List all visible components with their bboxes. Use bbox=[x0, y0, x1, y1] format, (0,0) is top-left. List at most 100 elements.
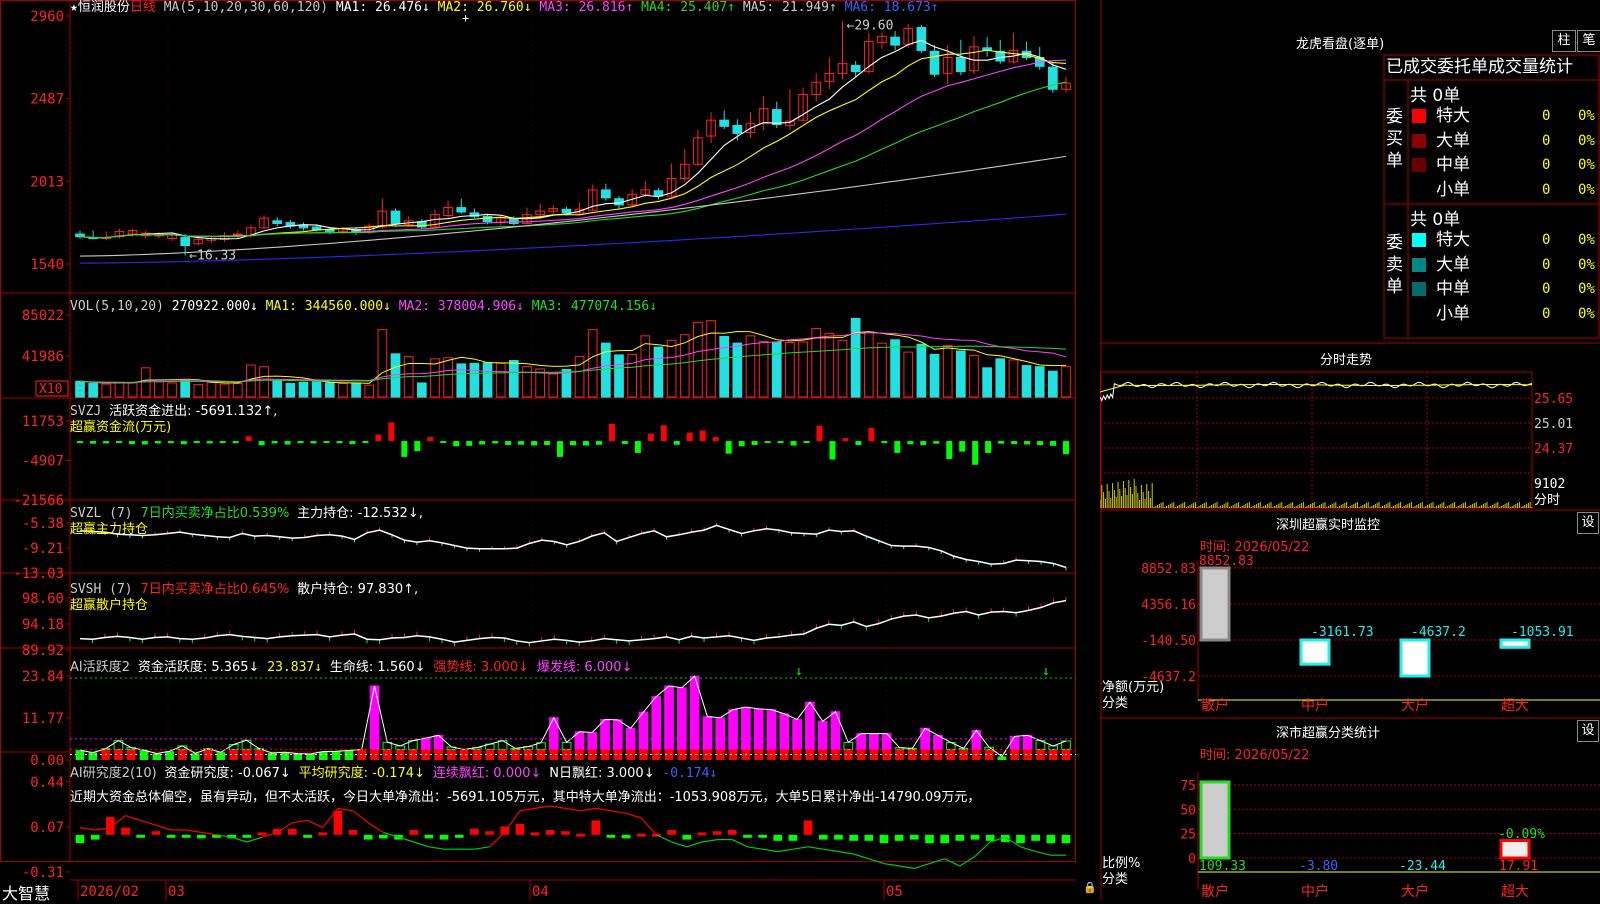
research-bar bbox=[970, 834, 980, 840]
activity-bar bbox=[587, 732, 598, 750]
ma4-value: MA4: 25.407↑ bbox=[641, 0, 736, 15]
order-row-name: 中单 bbox=[1436, 279, 1470, 299]
volume-bar bbox=[364, 384, 375, 398]
vol-label: VOL(5,10,20) bbox=[70, 299, 164, 314]
intraday-frame bbox=[1100, 371, 1533, 509]
tab-executed[interactable]: 已成交 bbox=[1386, 57, 1437, 77]
order-row-pct: 0% bbox=[1578, 181, 1595, 198]
svsh-ratio: 7日内买卖净占比0.645% bbox=[140, 582, 290, 597]
order-row-pct: 0% bbox=[1578, 256, 1595, 273]
research-bar bbox=[682, 834, 692, 840]
avg-research-segment bbox=[1035, 851, 1051, 856]
money-flow-bar bbox=[206, 441, 213, 444]
avg-research-segment bbox=[823, 848, 839, 853]
main-chart-svg[interactable]: 2960248720131540←29.60←16.33+8502241986X… bbox=[0, 0, 1100, 900]
avg-research-segment bbox=[474, 846, 490, 850]
order-row-count: 0 bbox=[1542, 305, 1551, 322]
sz-class-xlabel: 分类 bbox=[1102, 872, 1129, 887]
candle-body bbox=[771, 109, 782, 126]
avg-research-segment bbox=[519, 807, 536, 812]
bar-toggle-button[interactable]: 柱 bbox=[1552, 30, 1576, 52]
activity-bar bbox=[728, 709, 738, 750]
volume-bar bbox=[377, 329, 388, 398]
svsh-sub: 超赢散户持仓 bbox=[70, 598, 149, 613]
avg-research-segment bbox=[610, 810, 627, 814]
avg-research-segment bbox=[246, 836, 263, 843]
sz-class-value: 17.91 bbox=[1499, 859, 1538, 874]
money-flow-bar bbox=[751, 441, 758, 446]
sz-monitor-xlabel: 分类 bbox=[1102, 696, 1129, 711]
volume-bar bbox=[219, 383, 230, 398]
sz-monitor-settings-button[interactable]: 设 bbox=[1577, 512, 1599, 534]
activity-bar bbox=[715, 717, 726, 750]
intraday-title: 分时走势 bbox=[1320, 353, 1373, 368]
volume-bar bbox=[154, 381, 164, 398]
money-flow-bar bbox=[479, 441, 486, 445]
volume-bar bbox=[942, 344, 953, 398]
research-bar bbox=[773, 834, 783, 841]
tab-orders[interactable]: 委托单 bbox=[1437, 57, 1488, 77]
activity-bar bbox=[420, 737, 431, 750]
dragon-tabs: 已成交委托单成交量统计 bbox=[1386, 55, 1573, 79]
tab-volume-stats[interactable]: 成交量统计 bbox=[1488, 57, 1573, 77]
research-bar bbox=[379, 834, 388, 839]
activity-bar bbox=[1009, 735, 1020, 750]
research-bar bbox=[151, 831, 161, 835]
order-row-name: 特大 bbox=[1436, 230, 1470, 250]
main-chart-area[interactable]: 2960 2487 2013 1540 ←29.60 ←16.33 +85022 41986 X… bbox=[0, 0, 1100, 903]
volume-bar bbox=[916, 343, 927, 398]
money-flow-bar bbox=[842, 438, 849, 442]
date-label: 2026/02 bbox=[80, 884, 139, 900]
ma-label: MA(5,10,20,30,60,120) bbox=[163, 0, 329, 15]
sz-class-value: -23.44 bbox=[1399, 859, 1446, 874]
research-bar bbox=[849, 834, 858, 841]
buy-total: 共 0单 bbox=[1410, 86, 1461, 106]
money-flow-bar bbox=[323, 441, 330, 444]
research-bar bbox=[181, 834, 191, 838]
sz-class-settings-button[interactable]: 设 bbox=[1577, 720, 1599, 742]
money-flow-bar bbox=[699, 430, 706, 442]
activity-bar bbox=[548, 717, 559, 750]
volume-bar bbox=[101, 383, 112, 398]
money-flow-bar bbox=[180, 441, 187, 445]
order-row-name: 中单 bbox=[1436, 155, 1470, 175]
volume-bar bbox=[693, 321, 703, 398]
y-tick-label: 2487 bbox=[30, 92, 64, 108]
volume-bar bbox=[1061, 366, 1071, 398]
y-tick-label: -21566 bbox=[13, 493, 64, 509]
order-row: 大单 0 0% bbox=[1410, 254, 1600, 276]
money-flow-bar bbox=[570, 441, 576, 446]
y-tick-label: -5.38 bbox=[22, 516, 64, 532]
sz-class-category: 中户 bbox=[1301, 883, 1329, 900]
activity-bar bbox=[971, 729, 982, 750]
volume-bar bbox=[903, 351, 914, 398]
research-bar bbox=[545, 830, 555, 835]
research-bar bbox=[864, 834, 874, 841]
svzl-hold: 主力持仓: -12.532↓, bbox=[297, 506, 423, 521]
activity-bar bbox=[753, 708, 764, 750]
money-flow-bar bbox=[544, 441, 551, 446]
pen-toggle-button[interactable]: 笔 bbox=[1577, 30, 1600, 52]
sz-monitor-axis-label: 净额(万元) 分类 bbox=[1102, 680, 1164, 712]
volume-bar bbox=[969, 354, 979, 398]
activity-bar bbox=[228, 743, 239, 750]
avg-research-segment bbox=[231, 836, 248, 843]
candle-body bbox=[561, 208, 572, 214]
lock-icon[interactable]: 🔒 bbox=[1083, 881, 1097, 894]
period-label[interactable]: 日线 bbox=[130, 0, 156, 15]
sz-class-y-label: 50 bbox=[1180, 803, 1196, 818]
volume-bar bbox=[272, 380, 283, 398]
activity-base-bar bbox=[344, 750, 354, 760]
order-row-pct: 0% bbox=[1578, 232, 1595, 248]
money-flow-bar bbox=[777, 441, 784, 444]
ma2-value: MA2: 26.760↓ bbox=[437, 0, 532, 15]
money-flow-bar bbox=[920, 441, 927, 446]
star-icon[interactable]: ★ bbox=[70, 0, 78, 15]
money-flow-bar bbox=[141, 441, 148, 445]
research-bar bbox=[136, 834, 146, 838]
activity-line bbox=[79, 675, 1067, 758]
y-tick-label: 23.84 bbox=[22, 669, 64, 685]
money-flow-bar bbox=[466, 441, 473, 446]
volume-bar bbox=[206, 381, 217, 398]
volume-bar bbox=[88, 383, 98, 398]
